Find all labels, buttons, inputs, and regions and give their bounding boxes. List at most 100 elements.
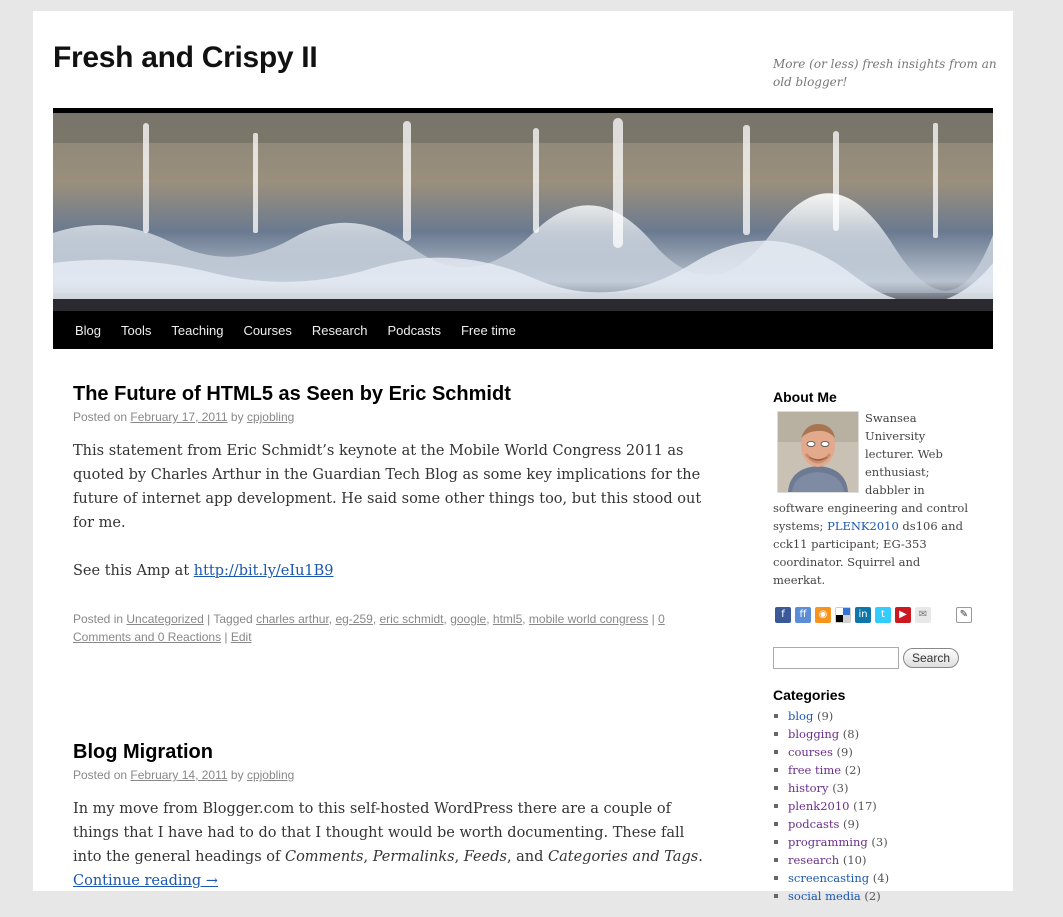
category-count: (4) <box>872 871 890 885</box>
category-link[interactable]: podcasts <box>788 817 839 831</box>
by-label: by <box>230 768 244 782</box>
list-item: blogging (8) <box>773 725 973 743</box>
tag-link[interactable]: html5 <box>493 612 522 626</box>
post-em: Feeds <box>463 849 507 865</box>
list-item: plenk2010 (17) <box>773 797 973 815</box>
post: Blog Migration Posted on February 14, 20… <box>73 739 713 917</box>
category-link[interactable]: free time <box>788 763 841 777</box>
tag-link[interactable]: mobile world congress <box>529 612 648 626</box>
header-image <box>53 113 993 311</box>
tag-link[interactable]: eric schmidt <box>380 612 444 626</box>
category-count: (3) <box>871 835 888 849</box>
about-widget: Swansea University lecturer. Web enthusi… <box>773 409 973 589</box>
category-link[interactable]: Uncategorized <box>126 612 203 626</box>
post-date-link[interactable]: February 17, 2011 <box>130 410 227 424</box>
posted-on-label: Posted on <box>73 768 128 782</box>
category-count: (8) <box>842 727 860 741</box>
youtube-icon[interactable]: ▶ <box>895 607 911 623</box>
site-title[interactable]: Fresh and Crispy II <box>53 41 318 75</box>
tagged-label: | Tagged <box>207 612 253 626</box>
list-item: screencasting (4) <box>773 869 973 887</box>
post-body: In my move from Blogger.com to this self… <box>73 797 713 893</box>
facebook-icon[interactable]: f <box>775 607 791 623</box>
nav-research[interactable]: Research <box>302 323 378 338</box>
post-meta: Posted on February 14, 2011 by cpjobling <box>73 767 713 783</box>
main-nav: Blog Tools Teaching Courses Research Pod… <box>53 311 993 349</box>
posted-in-label: Posted in <box>73 612 124 626</box>
nav-blog[interactable]: Blog <box>53 323 111 338</box>
vcard-icon[interactable]: ✎ <box>956 607 972 623</box>
category-count: (10) <box>842 853 867 867</box>
category-link[interactable]: blog <box>788 709 813 723</box>
post-date-link[interactable]: February 14, 2011 <box>130 768 227 782</box>
nav-podcasts[interactable]: Podcasts <box>378 323 451 338</box>
page: Fresh and Crispy II More (or less) fresh… <box>33 11 1013 903</box>
site-description: More (or less) fresh insights from an ol… <box>773 57 997 89</box>
social-icons: f ff ◉ in t ▶ ✉ ✎ <box>773 607 973 627</box>
continue-reading-link[interactable]: Continue reading → <box>73 873 218 889</box>
post-paragraph: This statement from Eric Schmidt’s keyno… <box>73 443 702 531</box>
category-link[interactable]: courses <box>788 745 833 759</box>
post-text: , and <box>506 849 549 865</box>
about-link[interactable]: PLENK2010 <box>827 519 899 533</box>
friendfeed-icon[interactable]: ff <box>795 607 811 623</box>
category-count: (17) <box>853 799 877 813</box>
post-paragraph: In my move from Blogger.com to this self… <box>73 801 703 889</box>
about-title: About Me <box>773 389 837 405</box>
categories-list: blog (9) blogging (8) courses (9) free t… <box>773 707 973 905</box>
rss-icon[interactable]: ◉ <box>815 607 831 623</box>
sidebar: About Me Swansea University lecturer. We… <box>773 389 973 905</box>
tag-link[interactable]: google <box>450 612 486 626</box>
post-em: Categories and Tags <box>548 849 699 865</box>
list-item: research (10) <box>773 851 973 869</box>
post-author-link[interactable]: cpjobling <box>247 768 294 782</box>
category-link[interactable]: research <box>788 853 839 867</box>
post-meta: Posted on February 17, 2011 by cpjobling <box>73 409 713 425</box>
amp-text: See this Amp at <box>73 563 190 579</box>
avatar <box>777 411 859 493</box>
category-link[interactable]: programming <box>788 835 868 849</box>
list-item: podcasts (9) <box>773 815 973 833</box>
category-link[interactable]: blogging <box>788 727 839 741</box>
list-item: social media (2) <box>773 887 973 905</box>
search-input[interactable] <box>773 647 899 669</box>
nav-teaching[interactable]: Teaching <box>161 323 233 338</box>
category-count: (9) <box>816 709 834 723</box>
category-link[interactable]: screencasting <box>788 871 869 885</box>
list-item: history (3) <box>773 779 973 797</box>
post: The Future of HTML5 as Seen by Eric Schm… <box>73 381 713 646</box>
twitter-icon[interactable]: t <box>875 607 891 623</box>
nav-tools[interactable]: Tools <box>111 323 161 338</box>
nav-courses[interactable]: Courses <box>233 323 301 338</box>
category-link[interactable]: social media <box>788 889 861 903</box>
search-button[interactable]: Search <box>903 648 960 668</box>
category-count: (9) <box>843 817 860 831</box>
category-count: (3) <box>832 781 849 795</box>
post-title[interactable]: The Future of HTML5 as Seen by Eric Schm… <box>73 381 713 407</box>
list-item: free time (2) <box>773 761 973 779</box>
post-author-link[interactable]: cpjobling <box>247 410 294 424</box>
search-form: Search <box>773 647 973 669</box>
list-item: blog (9) <box>773 707 973 725</box>
email-icon[interactable]: ✉ <box>915 607 931 623</box>
nav-free-time[interactable]: Free time <box>451 323 526 338</box>
tag-link[interactable]: eg-259 <box>335 612 372 626</box>
post-em: Comments <box>284 849 364 865</box>
category-count: (9) <box>836 745 853 759</box>
category-link[interactable]: plenk2010 <box>788 799 850 813</box>
tag-link[interactable]: charles arthur <box>256 612 329 626</box>
post-utility: Posted in Uncategorized | Tagged charles… <box>73 612 665 644</box>
list-item: programming (3) <box>773 833 973 851</box>
amp-link[interactable]: http://bit.ly/eIu1B9 <box>194 563 334 579</box>
category-link[interactable]: history <box>788 781 829 795</box>
delicious-icon[interactable] <box>835 607 851 623</box>
list-item: courses (9) <box>773 743 973 761</box>
edit-link[interactable]: Edit <box>231 630 252 644</box>
linkedin-icon[interactable]: in <box>855 607 871 623</box>
post-em: Permalinks <box>372 849 455 865</box>
post-paragraph: See this Amp at http://bit.ly/eIu1B9 <box>73 559 713 583</box>
post-body: This statement from Eric Schmidt’s keyno… <box>73 439 713 583</box>
content: The Future of HTML5 as Seen by Eric Schm… <box>73 381 713 889</box>
categories-title: Categories <box>773 687 846 703</box>
post-title[interactable]: Blog Migration <box>73 739 713 765</box>
